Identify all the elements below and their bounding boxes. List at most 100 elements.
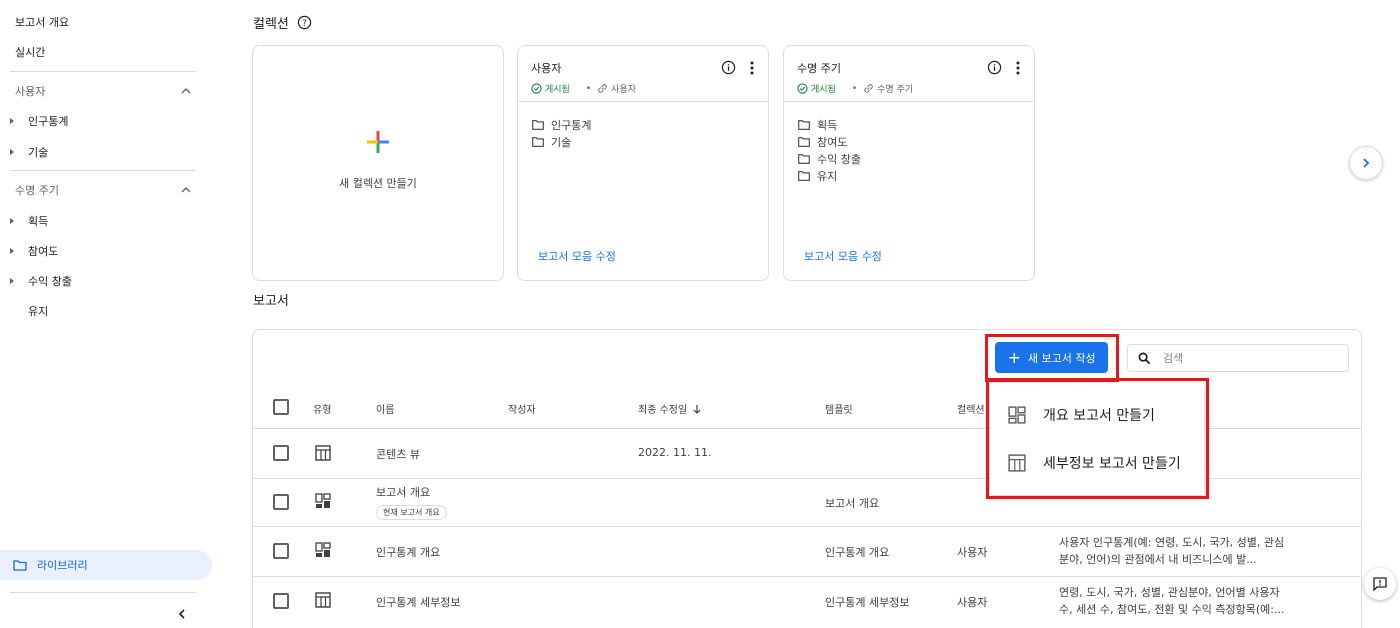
nav-item-acquisition[interactable]: 획득 (10, 213, 48, 229)
report-name[interactable]: 보고서 개요 (376, 484, 447, 500)
next-collections-button[interactable] (1349, 146, 1383, 180)
report-template: 인구통계 개요 (825, 546, 890, 559)
dashboard-icon (315, 542, 331, 557)
column-header-modified[interactable]: 최종 수정일 (638, 401, 702, 416)
link-icon (598, 84, 607, 93)
expand-arrow-icon (10, 278, 14, 284)
row-divider (253, 526, 1361, 527)
collection-card-users[interactable]: 사용자 게시됨 • 사용자 인구통계 기술 보고서 모음 수정 (517, 45, 769, 281)
column-header-collection[interactable]: 컬렉션 (957, 401, 985, 416)
edit-collection-link[interactable]: 보고서 모음 수정 (804, 248, 882, 264)
row-checkbox[interactable] (273, 494, 289, 510)
report-name[interactable]: 인구통계 개요 (376, 544, 440, 560)
info-icon[interactable] (721, 60, 736, 75)
check-circle-icon (797, 83, 808, 94)
folder-item[interactable]: 참여도 (798, 133, 1034, 150)
chevron-up-icon[interactable] (180, 184, 192, 196)
divider (10, 592, 196, 593)
divider (10, 71, 196, 72)
new-collection-label: 새 컬렉션 만들기 (339, 177, 417, 190)
nav-report-overview[interactable]: 보고서 개요 (15, 14, 69, 30)
expand-arrow-icon (10, 218, 14, 224)
column-header-name[interactable]: 이름 (376, 401, 394, 416)
report-name[interactable]: 인구통계 세부정보 (376, 594, 460, 610)
published-status: 게시됨 (531, 82, 570, 95)
nav-item-retention[interactable]: 유지 (10, 303, 48, 319)
nav-section-lifecycle[interactable]: 수명 주기 (15, 182, 59, 198)
more-vert-icon[interactable] (750, 61, 754, 75)
folder-list: 인구통계 기술 (518, 102, 768, 150)
new-collection-card[interactable]: 새 컬렉션 만들기 (252, 45, 504, 281)
report-name-cell: 보고서 개요 현재 보고서 개요 (376, 484, 447, 520)
folder-icon (798, 119, 810, 130)
report-template: 인구통계 세부정보 (825, 596, 910, 609)
row-checkbox[interactable] (273, 445, 289, 461)
sidebar: 보고서 개요 실시간 사용자 인구통계 기술 수명 주기 획득 참여도 수익 창… (0, 0, 220, 628)
card-header: 수명 주기 게시됨 • 수명 주기 (784, 46, 1034, 102)
report-description: 연령, 도시, 국가, 성별, 관심분야, 언어별 사용자 수, 세션 수, 참… (1059, 586, 1285, 616)
nav-item-tech[interactable]: 기술 (10, 144, 48, 160)
feedback-icon (1373, 577, 1387, 592)
nav-library[interactable]: 라이브러리 (0, 550, 212, 580)
reports-heading: 보고서 (253, 294, 289, 309)
nav-realtime[interactable]: 실시간 (15, 44, 45, 60)
info-icon[interactable] (987, 60, 1002, 75)
folder-item[interactable]: 수익 창출 (798, 150, 1034, 167)
column-header-author[interactable]: 작성자 (508, 401, 536, 416)
row-checkbox[interactable] (273, 593, 289, 609)
folder-icon (532, 119, 544, 130)
row-checkbox[interactable] (273, 543, 289, 559)
folder-item[interactable]: 유지 (798, 167, 1034, 184)
folder-item[interactable]: 기술 (532, 133, 768, 150)
folder-icon (798, 153, 810, 164)
nav-item-engagement[interactable]: 참여도 (10, 243, 58, 259)
published-status: 게시됨 (797, 82, 836, 95)
collection-card-lifecycle[interactable]: 수명 주기 게시됨 • 수명 주기 획득 참여도 수익 창출 유지 보고서 모음… (783, 45, 1035, 281)
feedback-button[interactable] (1364, 568, 1396, 600)
report-collection: 사용자 (957, 546, 988, 559)
highlight-box (986, 378, 1209, 499)
column-header-type[interactable]: 유형 (313, 401, 331, 416)
nav-section-users[interactable]: 사용자 (15, 83, 45, 99)
arrow-down-icon (693, 404, 701, 414)
table-icon (315, 592, 331, 608)
linked-collection: 수명 주기 (863, 82, 913, 95)
expand-arrow-icon (10, 149, 14, 155)
report-modified: 2022. 11. 11. (638, 446, 712, 459)
nav-item-demographics[interactable]: 인구통계 (10, 113, 68, 129)
link-icon (864, 84, 873, 93)
column-header-template[interactable]: 템플릿 (825, 401, 853, 416)
card-header: 사용자 게시됨 • 사용자 (518, 46, 768, 102)
report-name[interactable]: 콘텐츠 뷰 (376, 446, 420, 462)
folder-item[interactable]: 인구통계 (532, 116, 768, 133)
more-vert-icon[interactable] (1016, 61, 1020, 75)
folder-icon (532, 136, 544, 147)
card-meta: 게시됨 • 사용자 (531, 82, 768, 95)
help-icon[interactable]: ? (297, 15, 312, 30)
row-divider (253, 576, 1361, 577)
report-description: 사용자 인구통계(예: 연령, 도시, 국가, 성별, 관심 분야, 언어)의 … (1059, 536, 1285, 566)
report-template: 보고서 개요 (825, 497, 880, 510)
folder-item[interactable]: 획득 (798, 116, 1034, 133)
chevron-up-icon[interactable] (180, 85, 192, 97)
collections-heading: 컬렉션 ? (253, 13, 312, 32)
dashboard-icon (315, 493, 331, 508)
collapse-sidebar-icon[interactable] (176, 608, 188, 620)
nav-item-monetization[interactable]: 수익 창출 (10, 273, 72, 289)
select-all-checkbox[interactable] (273, 399, 289, 415)
folder-list: 획득 참여도 수익 창출 유지 (784, 102, 1034, 184)
current-overview-chip: 현재 보고서 개요 (376, 505, 447, 520)
chevron-right-icon (1363, 158, 1370, 168)
folder-icon (798, 136, 810, 147)
check-circle-icon (531, 83, 542, 94)
edit-collection-link[interactable]: 보고서 모음 수정 (538, 248, 616, 264)
search-input[interactable]: 검색 (1127, 344, 1349, 372)
search-icon (1138, 352, 1151, 364)
folder-icon (798, 170, 810, 181)
svg-text:?: ? (302, 18, 306, 28)
expand-arrow-icon (10, 248, 14, 254)
divider (10, 170, 196, 171)
table-icon (315, 445, 331, 461)
report-collection: 사용자 (957, 596, 988, 609)
card-meta: 게시됨 • 수명 주기 (797, 82, 1034, 95)
